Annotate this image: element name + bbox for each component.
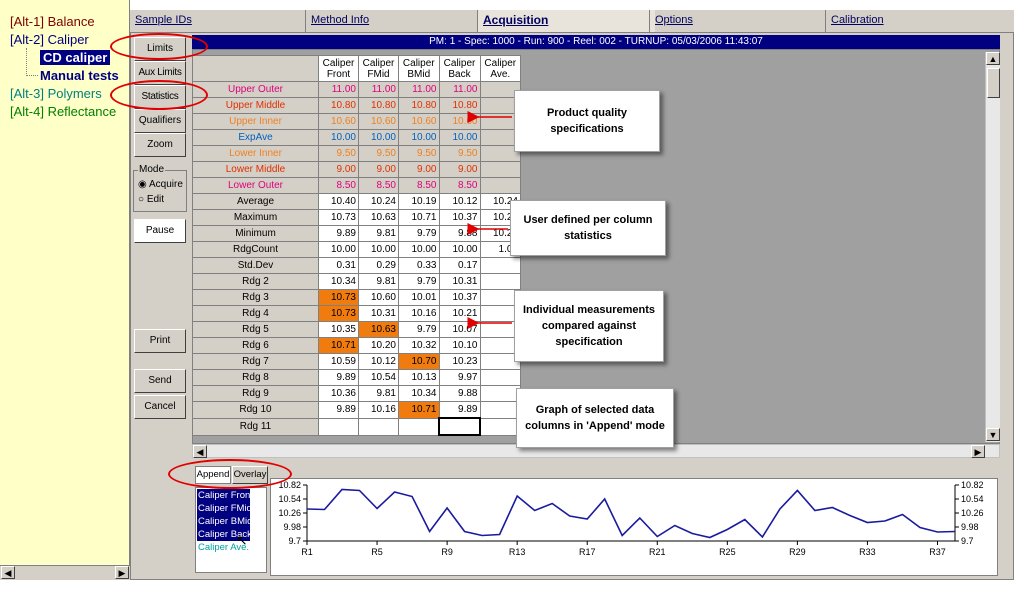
x-tick-label: R1 xyxy=(301,547,313,557)
y-tick-label-left: 10.54 xyxy=(278,494,301,504)
x-tick-label: R17 xyxy=(579,547,596,557)
x-tick-label: R5 xyxy=(371,547,383,557)
y-tick-label-left: 10.82 xyxy=(278,480,301,490)
y-tick-label-right: 10.82 xyxy=(961,480,984,490)
y-tick-label-right: 10.26 xyxy=(961,508,984,518)
x-tick-label: R9 xyxy=(441,547,453,557)
append-button[interactable]: Append xyxy=(195,466,231,484)
line-chart: 10.82 10.82 10.54 10.54 10.26 10.26 9.98 9.98 9.… xyxy=(270,478,998,576)
y-tick-label-right: 10.54 xyxy=(961,494,984,504)
series-list-item[interactable]: Caliper BMid xyxy=(197,515,252,528)
y-tick-label-left: 9.7 xyxy=(288,536,301,546)
x-tick-label: R25 xyxy=(719,547,736,557)
mouse-cursor-icon: ↖ xyxy=(236,532,248,548)
y-tick-label-right: 9.98 xyxy=(961,522,979,532)
series-line xyxy=(306,488,956,539)
x-tick-label: R21 xyxy=(649,547,666,557)
x-tick-label: R33 xyxy=(859,547,876,557)
y-tick-label-left: 9.98 xyxy=(283,522,301,532)
series-list[interactable]: Caliper Front Caliper FMid Caliper BMid Cal… xyxy=(195,487,267,573)
chart-svg: 10.82 10.82 10.54 10.54 10.26 10.26 9.98 9.98 9.… xyxy=(278,480,984,557)
y-tick-label-left: 10.26 xyxy=(278,508,301,518)
overlay-button[interactable]: Overlay xyxy=(232,466,268,484)
y-tick-label-right: 9.7 xyxy=(961,536,974,546)
x-tick-label: R13 xyxy=(509,547,526,557)
x-tick-label: R37 xyxy=(929,547,946,557)
series-list-item[interactable]: Caliper Front xyxy=(197,489,253,502)
series-list-item[interactable]: Caliper FMid xyxy=(197,502,252,515)
x-tick-label: R29 xyxy=(789,547,806,557)
